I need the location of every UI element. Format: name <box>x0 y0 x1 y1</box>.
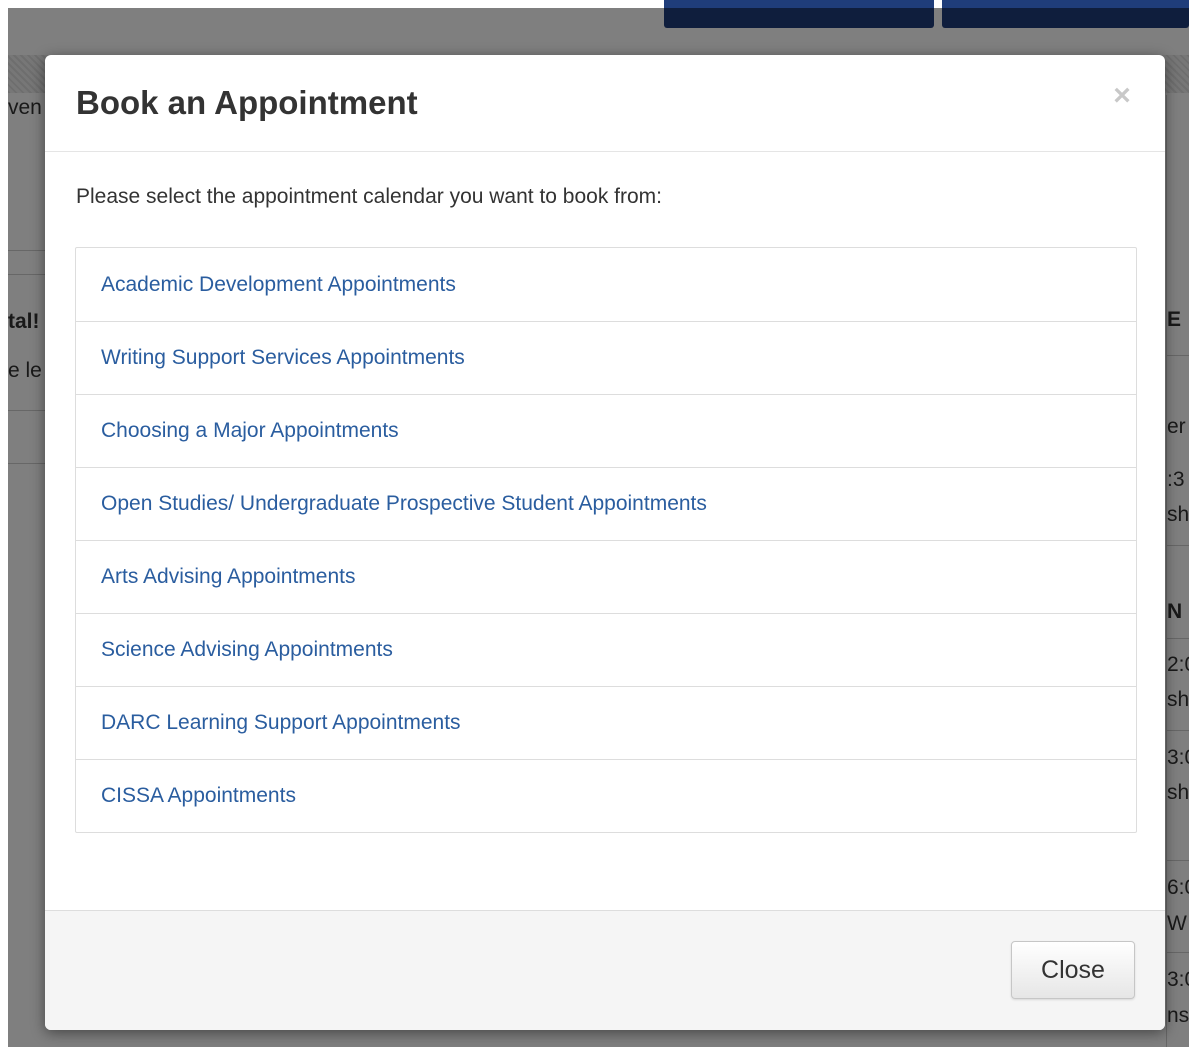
calendar-link-arts-advising[interactable]: Arts Advising Appointments <box>76 540 1136 613</box>
modal-title: Book an Appointment <box>76 84 418 121</box>
calendar-link-science-advising[interactable]: Science Advising Appointments <box>76 613 1136 686</box>
modal-footer: Close <box>45 910 1165 1030</box>
modal-body: Please select the appointment calendar y… <box>45 152 1165 910</box>
calendar-link-darc-learning[interactable]: DARC Learning Support Appointments <box>76 686 1136 759</box>
calendar-link-academic-development[interactable]: Academic Development Appointments <box>76 248 1136 321</box>
book-appointment-modal: Book an Appointment × Please select the … <box>45 55 1165 1030</box>
calendar-link-open-studies[interactable]: Open Studies/ Undergraduate Prospective … <box>76 467 1136 540</box>
modal-instructions: Please select the appointment calendar y… <box>76 185 663 208</box>
calendar-list: Academic Development Appointments Writin… <box>75 247 1137 833</box>
modal-header: Book an Appointment × <box>45 55 1165 152</box>
calendar-link-choosing-major[interactable]: Choosing a Major Appointments <box>76 394 1136 467</box>
close-button[interactable]: Close <box>1011 941 1135 999</box>
calendar-link-cissa[interactable]: CISSA Appointments <box>76 759 1136 832</box>
calendar-link-writing-support[interactable]: Writing Support Services Appointments <box>76 321 1136 394</box>
close-icon[interactable]: × <box>1107 81 1137 111</box>
